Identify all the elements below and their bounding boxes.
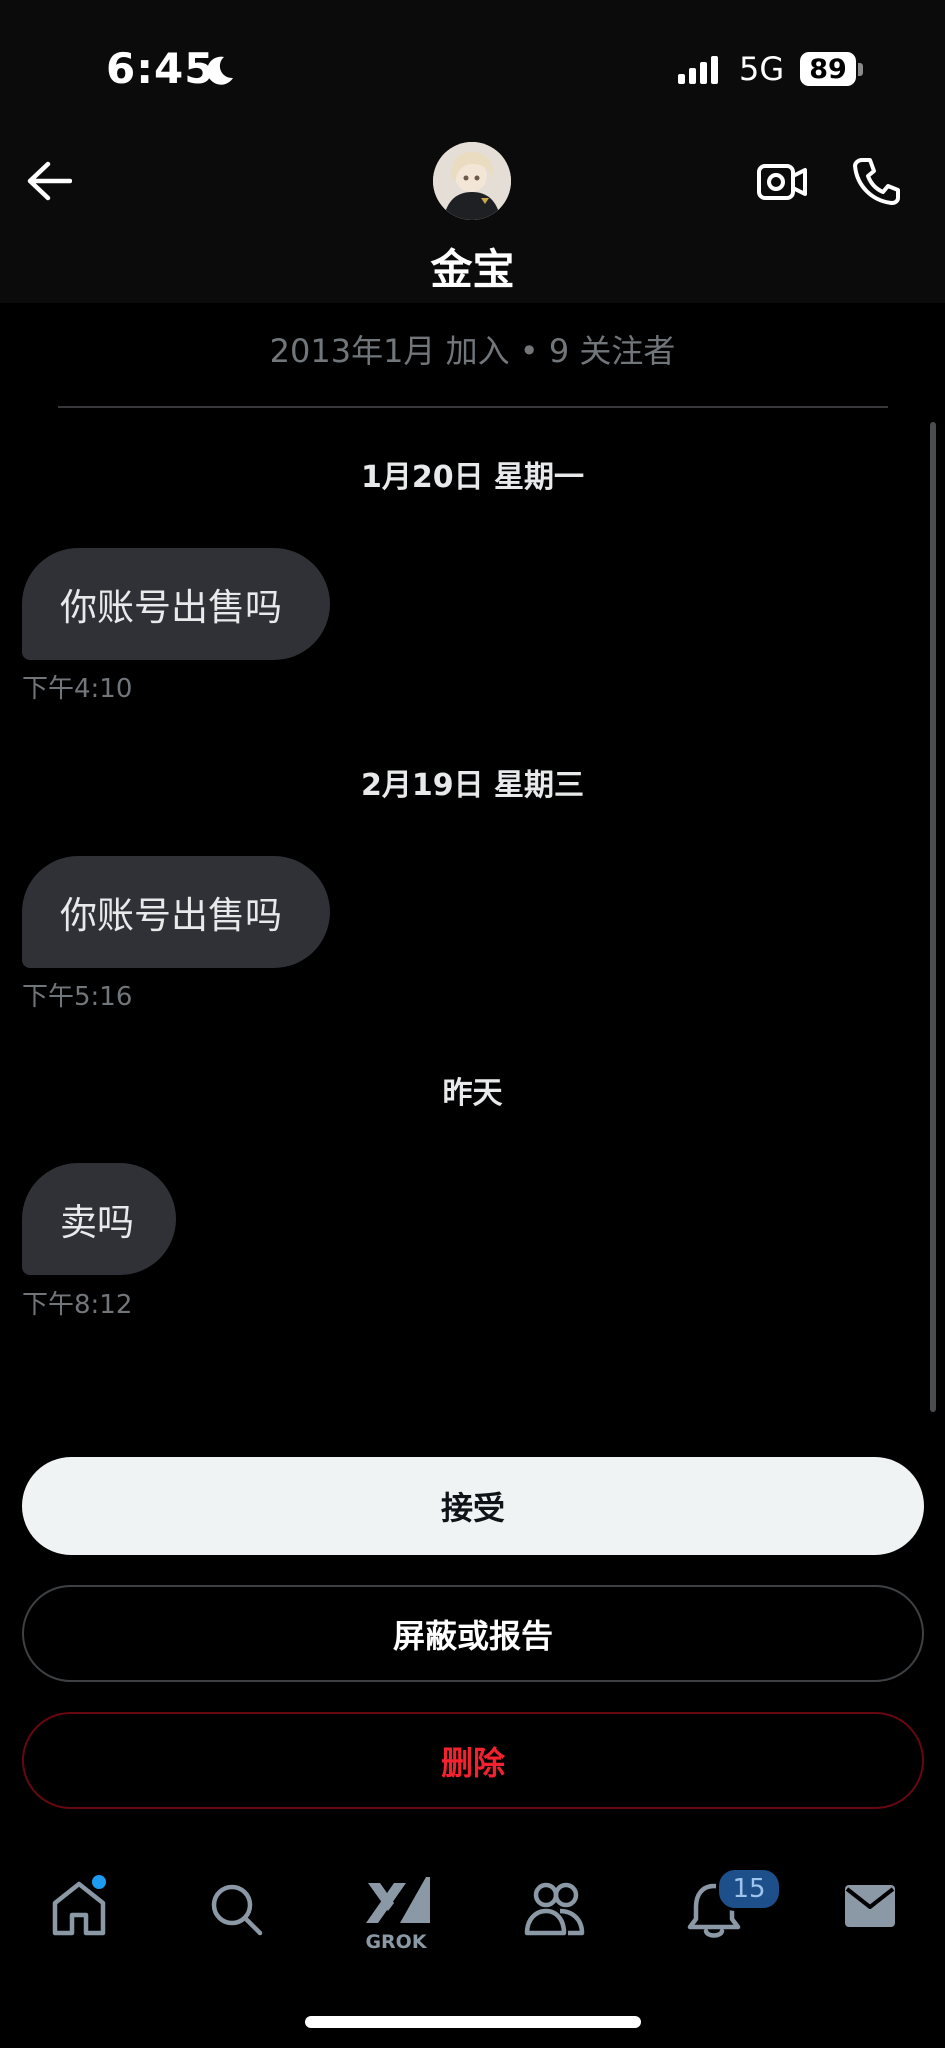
- message-time: 下午4:10: [22, 674, 133, 704]
- date-separator: 1月20日 星期一: [360, 460, 585, 495]
- notification-count-badge: 15: [716, 1867, 782, 1911]
- message-time: 下午8:12: [22, 1290, 133, 1320]
- message-time: 下午5:16: [22, 982, 133, 1012]
- scrollbar[interactable]: [930, 422, 936, 1412]
- date-separator: 2月19日 星期三: [360, 768, 585, 803]
- battery-icon: 89: [800, 52, 866, 88]
- home-unread-dot: [92, 1875, 106, 1889]
- date-separator: 昨天: [442, 1076, 503, 1111]
- messages-icon[interactable]: [844, 1883, 896, 1929]
- communities-icon[interactable]: [524, 1881, 586, 1937]
- block-or-report-button[interactable]: 屏蔽或报告: [22, 1585, 924, 1682]
- divider: [58, 406, 888, 408]
- moon-icon: [207, 56, 233, 85]
- network-label: 5G: [739, 50, 785, 88]
- profile-join-info: 2013年1月 加入 • 9 关注者: [269, 332, 676, 370]
- bottom-nav: GROK 15: [0, 1845, 945, 2048]
- message-bubble[interactable]: 卖吗: [22, 1163, 176, 1275]
- back-arrow-icon[interactable]: [26, 160, 72, 202]
- accept-button[interactable]: 接受: [22, 1457, 924, 1555]
- grok-icon[interactable]: GROK: [360, 1873, 432, 1953]
- status-time: 6:45: [106, 44, 215, 93]
- delete-button[interactable]: 删除: [22, 1712, 924, 1809]
- signal-icon: [678, 56, 718, 84]
- battery-level: 89: [800, 52, 856, 86]
- video-call-icon[interactable]: [756, 158, 808, 204]
- conversation-name[interactable]: 金宝: [0, 236, 945, 297]
- message-bubble[interactable]: 你账号出售吗: [22, 856, 330, 968]
- avatar[interactable]: [433, 142, 511, 220]
- top-bar: 6:45 5G 89 金宝: [0, 0, 945, 303]
- grok-label: GROK: [365, 1931, 427, 1953]
- message-bubble[interactable]: 你账号出售吗: [22, 548, 330, 660]
- home-indicator[interactable]: [305, 2016, 641, 2028]
- search-icon[interactable]: [208, 1881, 264, 1937]
- phone-call-icon[interactable]: [852, 156, 902, 206]
